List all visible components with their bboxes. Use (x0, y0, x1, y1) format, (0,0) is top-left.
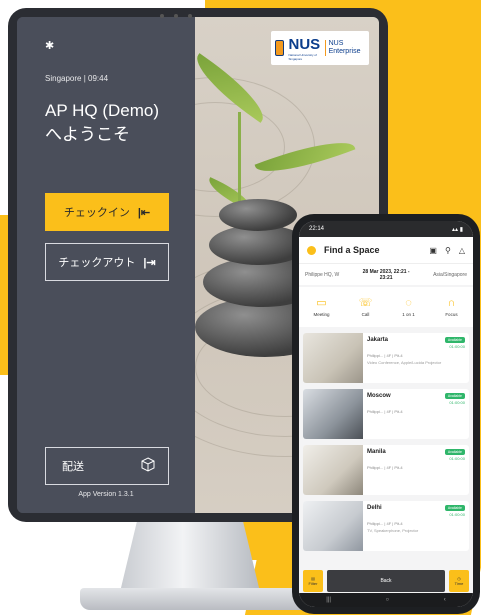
time-button[interactable]: ◷ Time (449, 570, 469, 592)
space-duration: 01:00:00 (449, 456, 465, 461)
space-info: Jakarta Available 01:00:00 Philippi... |… (363, 333, 469, 383)
space-amenities: TV, Speakerphone, Projector (367, 528, 419, 533)
category-label: Meeting (313, 312, 330, 317)
date-range: 28 Mar 2023, 22:21 - 23:21 (362, 268, 410, 281)
space-duration: 01:00:00 (449, 512, 465, 517)
package-icon (140, 456, 156, 476)
filter-button[interactable]: ▤ Filter (303, 570, 323, 592)
space-photo (303, 389, 363, 439)
mobile-screen: 22:14 ▴▴ ▮ Find a Space ▣ ⚲ △ Philippe H… (299, 221, 473, 607)
space-amenities: Video Conference, Apple/Lucida Projector (367, 360, 442, 365)
space-meta: Philippi... | 4F | Pit-4 (367, 409, 403, 414)
system-nav-bar: ||| ○ ‹ (299, 593, 473, 607)
stone (219, 199, 297, 231)
meeting-icon: ▭ (316, 297, 327, 309)
category-label: Focus (445, 312, 458, 317)
app-version: App Version 1.3.1 (78, 491, 134, 498)
filter-summary-bar[interactable]: Philippe HQ, W 28 Mar 2023, 22:21 - 23:2… (299, 263, 473, 285)
status-bar: 22:14 ▴▴ ▮ (299, 221, 473, 237)
nus-crest-icon (275, 40, 285, 56)
category-label: Call (361, 312, 370, 317)
signal-battery-icon: ▴▴ ▮ (452, 226, 463, 233)
space-info: Manila Available 01:00:00 Philippi... | … (363, 445, 469, 495)
monitor-stand (120, 522, 260, 592)
delivery-button[interactable]: 配送 (45, 447, 169, 485)
home-icon[interactable]: ○ (386, 597, 390, 603)
logo-nus-text: NUS (288, 35, 321, 53)
location-left: Philippe HQ, W (305, 271, 340, 278)
filter-label: Filter (308, 581, 318, 586)
app-logo-dot (307, 245, 316, 255)
category-meeting[interactable]: ▭ Meeting (313, 297, 329, 317)
checkin-label: チェックイン (63, 207, 130, 219)
status-time: 22:14 (309, 226, 325, 232)
qr-scan-icon[interactable]: ▣ (429, 246, 437, 255)
kiosk-left-panel: ✱ Singapore | 09:44 AP HQ (Demo) へようこそ チ… (17, 17, 195, 513)
checkout-label: チェックアウト (58, 257, 136, 269)
location-time: Singapore | 09:44 (45, 74, 109, 83)
checkin-button[interactable]: チェックイン |⇤ (45, 193, 169, 231)
gear-icon[interactable]: ✱ (45, 39, 195, 52)
space-photo (303, 445, 363, 495)
timezone: Asia/Singapore (433, 271, 467, 278)
status-badge: Available (444, 449, 465, 455)
category-focus[interactable]: ∩ Focus (444, 297, 458, 317)
status-badge: Available (444, 393, 465, 399)
back-nav-icon[interactable]: ‹ (444, 597, 446, 603)
category-row: ▭ Meeting ☏ Call ◌ 1 on 1 ∩ Focus (299, 287, 473, 327)
call-icon: ☏ (358, 297, 373, 309)
space-duration: 01:00:00 (449, 344, 465, 349)
space-list: Jakarta Available 01:00:00 Philippi... |… (299, 327, 473, 551)
search-icon[interactable]: ⚲ (445, 246, 451, 255)
space-card[interactable]: Delhi Available 01:00:00 Philippi... | 4… (303, 501, 469, 551)
delivery-label: 配送 (62, 461, 84, 473)
status-badge: Available (444, 505, 465, 511)
monitor-camera (160, 14, 192, 18)
nus-enterprise-logo: NUS National University of Singapore NUS… (271, 31, 369, 65)
bamboo-stem (238, 112, 241, 212)
bottom-action-bar: ▤ Filter Back ◷ Time (299, 569, 473, 593)
checkout-button[interactable]: チェックアウト |⇥ (45, 243, 169, 281)
space-info: Delhi Available 01:00:00 Philippi... | 4… (363, 501, 469, 551)
category-label: 1 on 1 (402, 312, 415, 317)
bell-icon[interactable]: △ (459, 246, 465, 255)
app-bar: Find a Space ▣ ⚲ △ (299, 237, 473, 263)
checkin-arrow-icon: |⇤ (137, 206, 151, 219)
space-photo (303, 333, 363, 383)
checkout-arrow-icon: |⇥ (143, 256, 156, 269)
space-card[interactable]: Manila Available 01:00:00 Philippi... | … (303, 445, 469, 495)
space-card[interactable]: Moscow Available 01:00:00 Philippi... | … (303, 389, 469, 439)
space-meta: Philippi... | 4F | Pit-4 (367, 353, 403, 358)
space-info: Moscow Available 01:00:00 Philippi... | … (363, 389, 469, 439)
status-badge: Available (444, 337, 465, 343)
recent-apps-icon[interactable]: ||| (326, 597, 331, 603)
chat-icon: ◌ (405, 297, 412, 309)
space-duration: 01:00:00 (449, 400, 465, 405)
logo-subtitle: National University of Singapore (288, 52, 317, 61)
back-button[interactable]: Back (327, 570, 445, 592)
space-meta: Philippi... | 4F | Pit-4 (367, 521, 403, 526)
monitor-base (80, 588, 310, 610)
space-meta: Philippi... | 4F | Pit-4 (367, 465, 403, 470)
space-photo (303, 501, 363, 551)
site-name: AP HQ (Demo) (45, 101, 159, 120)
time-label: Time (454, 581, 464, 586)
category-1on1[interactable]: ◌ 1 on 1 (401, 297, 415, 317)
headset-icon: ∩ (447, 297, 456, 309)
welcome-text: へようこそ (45, 125, 130, 144)
logo-enterprise-text: NUS Enterprise (324, 40, 365, 56)
marketing-composite: ✱ Singapore | 09:44 AP HQ (Demo) へようこそ チ… (0, 0, 481, 615)
mobile-phone: 22:14 ▴▴ ▮ Find a Space ▣ ⚲ △ Philippe H… (292, 214, 480, 614)
space-card[interactable]: Jakarta Available 01:00:00 Philippi... |… (303, 333, 469, 383)
page-title: Find a Space (324, 245, 380, 255)
category-call[interactable]: ☏ Call (358, 297, 373, 317)
